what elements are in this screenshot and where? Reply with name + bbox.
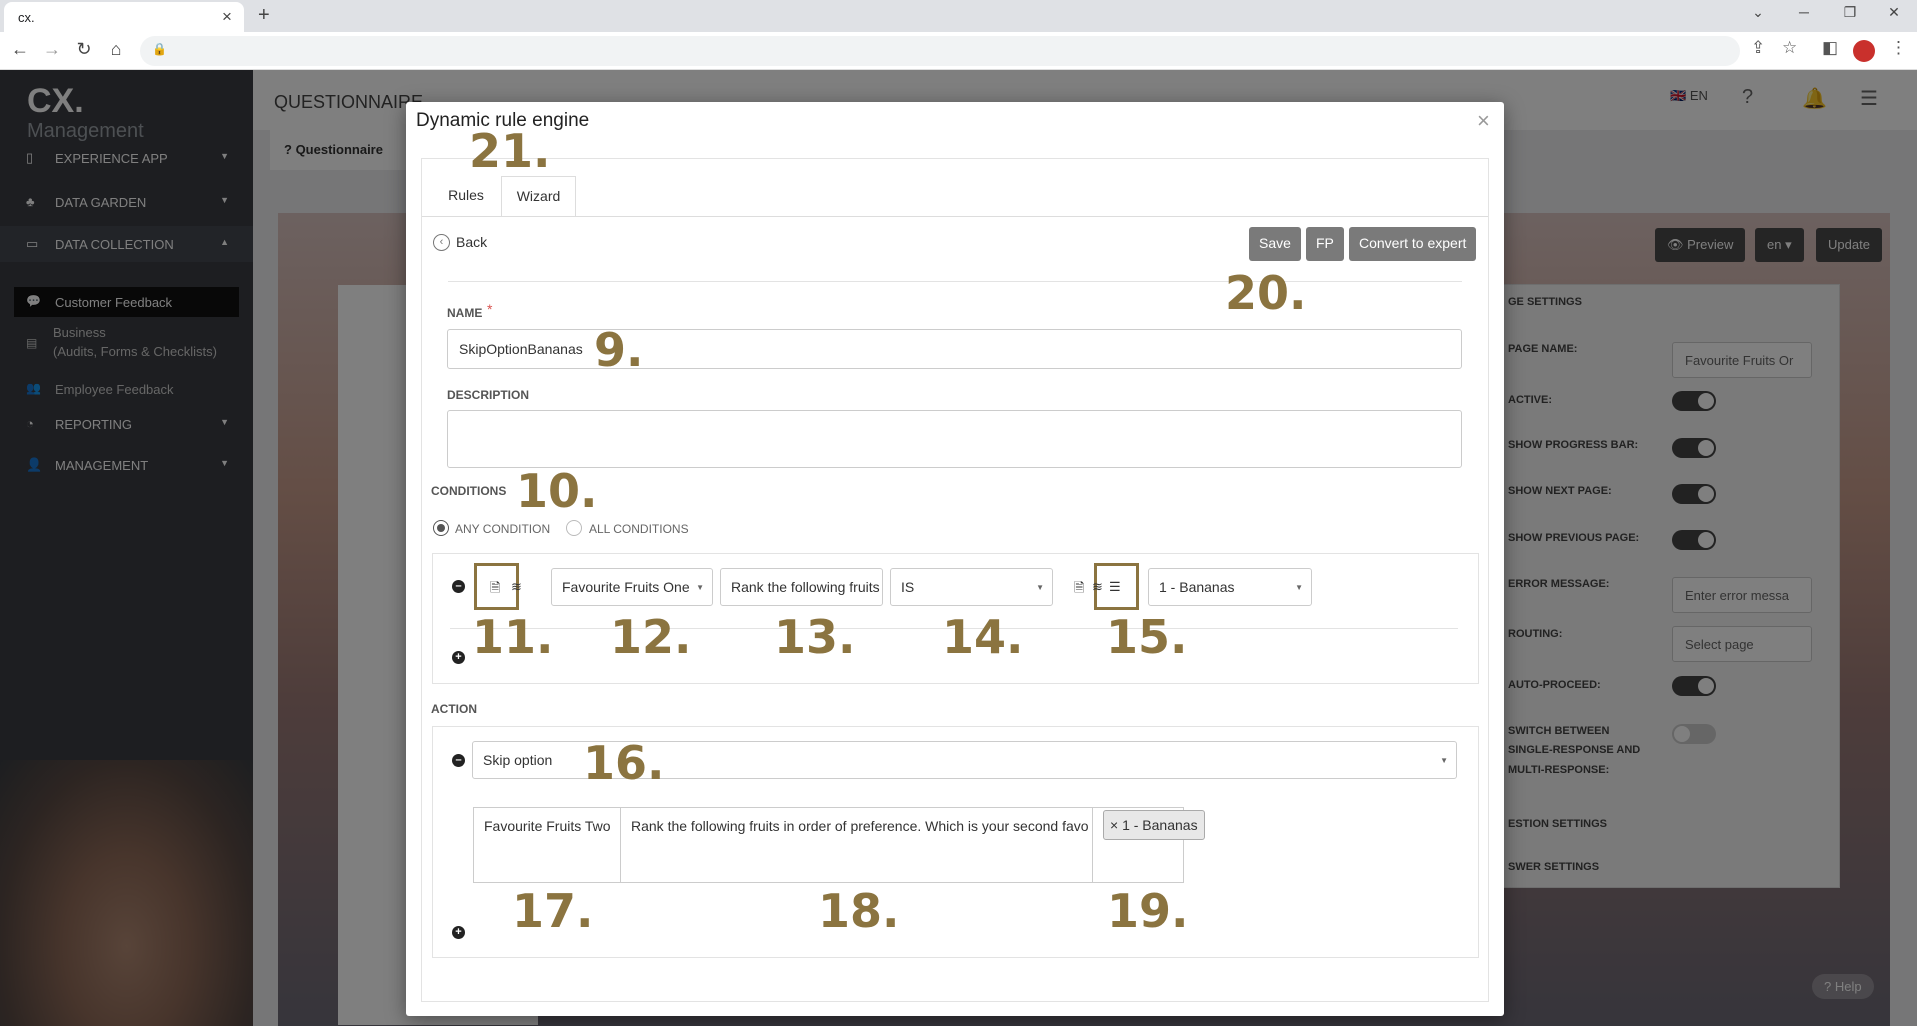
annotation-19: 19.: [1107, 884, 1189, 938]
chevron-down-icon: ▼: [1440, 756, 1448, 765]
annotation-10: 10.: [516, 464, 598, 518]
select-value: Rank the following fruits in order of pr…: [631, 818, 1089, 834]
remove-action-icon[interactable]: –: [452, 754, 465, 767]
chip-label: 1 - Bananas: [1122, 817, 1198, 833]
annotation-17: 17.: [512, 884, 594, 938]
fp-button[interactable]: FP: [1306, 227, 1344, 261]
annotation-16: 16.: [583, 736, 665, 790]
annotation-20: 20.: [1225, 266, 1307, 320]
restore-icon[interactable]: ❐: [1830, 4, 1870, 21]
chevron-down-icon: ▼: [696, 583, 704, 592]
action-label: ACTION: [431, 702, 477, 716]
share-icon[interactable]: ⇪: [1751, 38, 1765, 58]
name-label: NAME: [447, 306, 483, 320]
description-label: DESCRIPTION: [447, 388, 530, 402]
annotation-15: 15.: [1106, 610, 1188, 664]
select-value: Skip option: [483, 752, 553, 768]
add-condition-icon[interactable]: +: [452, 651, 465, 664]
minimize-icon[interactable]: ─: [1784, 4, 1824, 20]
annotation-11: 11.: [472, 610, 554, 664]
close-icon[interactable]: ×: [1477, 108, 1490, 134]
action-question-select[interactable]: Rank the following fruits in order of pr…: [620, 807, 1093, 883]
select-value: 1 - Bananas: [1159, 579, 1235, 595]
reload-icon[interactable]: ↻: [72, 39, 96, 60]
back-circle-icon[interactable]: ‹: [433, 234, 450, 251]
layers-icon[interactable]: ≋: [1092, 579, 1103, 595]
any-condition-label[interactable]: ANY CONDITION: [455, 522, 550, 536]
condition-page-select[interactable]: Favourite Fruits One ▼: [551, 568, 713, 606]
bookmark-star-icon[interactable]: ☆: [1782, 38, 1797, 58]
tab-divider: [422, 216, 1488, 217]
back-link[interactable]: Back: [456, 234, 487, 250]
back-arrow-icon[interactable]: ←: [8, 39, 32, 60]
select-value: Rank the following fruits: [731, 579, 880, 595]
home-icon[interactable]: ⌂: [104, 39, 128, 60]
address-bar[interactable]: 🔒: [140, 36, 1740, 66]
select-value: Favourite Fruits Two: [484, 818, 611, 834]
browser-tab-strip: cx. × + ⌄ ─ ❐ ✕: [0, 0, 1917, 32]
side-panel-icon[interactable]: ◧: [1822, 38, 1838, 58]
divider: [448, 281, 1462, 282]
annotation-18: 18.: [818, 884, 900, 938]
conditions-label: CONDITIONS: [431, 484, 507, 498]
convert-to-expert-button[interactable]: Convert to expert: [1349, 227, 1477, 261]
menu-dots-icon[interactable]: ⋮: [1890, 38, 1907, 58]
chevron-down-icon: ▼: [1036, 583, 1044, 592]
description-textarea[interactable]: [447, 410, 1462, 468]
browser-toolbar: ← → ↻ ⌂ 🔒 ⇪ ☆ ◧ ⋮: [0, 32, 1917, 70]
layers-icon[interactable]: ≋: [511, 579, 522, 595]
all-conditions-radio[interactable]: [566, 520, 582, 536]
annotation-13: 13.: [774, 610, 856, 664]
tab-title: cx.: [18, 10, 35, 25]
add-action-icon[interactable]: +: [452, 926, 465, 939]
condition-question-select[interactable]: Rank the following fruits: [720, 568, 883, 606]
remove-condition-icon[interactable]: –: [452, 580, 465, 593]
selected-option-chip: × 1 - Bananas: [1103, 810, 1205, 840]
tab-wizard[interactable]: Wizard: [501, 176, 576, 217]
annotation-14: 14.: [942, 610, 1024, 664]
window-close-icon[interactable]: ✕: [1874, 4, 1914, 21]
save-button[interactable]: Save: [1249, 227, 1301, 261]
annotation-21: 21.: [469, 124, 551, 178]
profile-avatar[interactable]: [1853, 40, 1875, 62]
tab-close-icon[interactable]: ×: [222, 7, 232, 27]
all-conditions-label[interactable]: ALL CONDITIONS: [589, 522, 689, 536]
action-page-select[interactable]: Favourite Fruits Two: [473, 807, 621, 883]
condition-value-select[interactable]: 1 - Bananas ▼: [1148, 568, 1312, 606]
lock-icon: 🔒: [152, 42, 167, 56]
required-mark: *: [487, 301, 493, 317]
chevron-down-icon: ▼: [1295, 583, 1303, 592]
list-icon[interactable]: ☰: [1109, 579, 1121, 595]
browser-tab[interactable]: cx. ×: [4, 2, 244, 32]
annotation-9: 9.: [594, 323, 644, 377]
page-icon[interactable]: 🗎: [490, 579, 500, 601]
tab-rules[interactable]: Rules: [442, 178, 490, 216]
select-value: IS: [901, 579, 915, 595]
new-tab-icon[interactable]: +: [258, 4, 270, 27]
any-condition-radio[interactable]: [433, 520, 449, 536]
forward-arrow-icon[interactable]: →: [40, 39, 64, 60]
chip-remove-icon[interactable]: ×: [1110, 817, 1118, 833]
page-icon[interactable]: 🗎: [1074, 579, 1084, 601]
annotation-12: 12.: [610, 610, 692, 664]
condition-operator-select[interactable]: IS ▼: [890, 568, 1053, 606]
select-value: Favourite Fruits One: [562, 579, 690, 595]
tab-search-icon[interactable]: ⌄: [1738, 4, 1778, 21]
